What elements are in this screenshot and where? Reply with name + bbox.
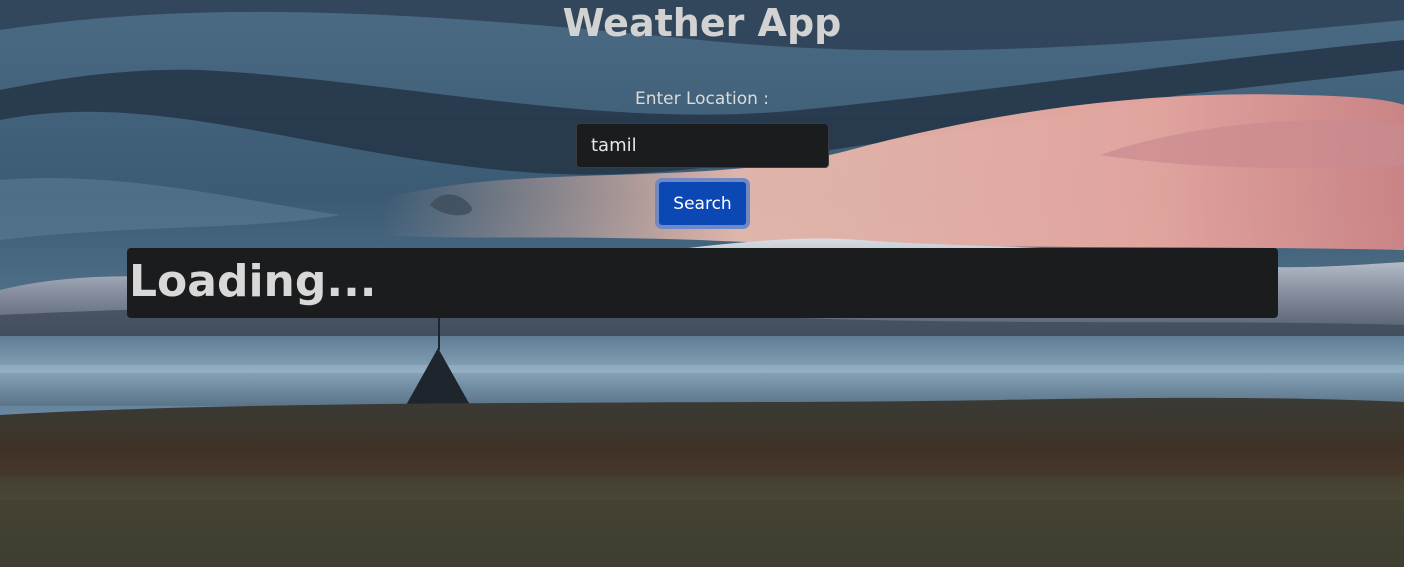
search-button[interactable]: Search — [655, 178, 750, 229]
page-content: Weather App Enter Location : Search Load… — [0, 0, 1404, 567]
location-input[interactable] — [576, 123, 829, 168]
page-title: Weather App — [562, 1, 842, 45]
weather-result-panel: Loading... — [127, 248, 1278, 318]
loading-status-text: Loading... — [129, 256, 377, 307]
location-label: Enter Location : — [634, 89, 770, 109]
